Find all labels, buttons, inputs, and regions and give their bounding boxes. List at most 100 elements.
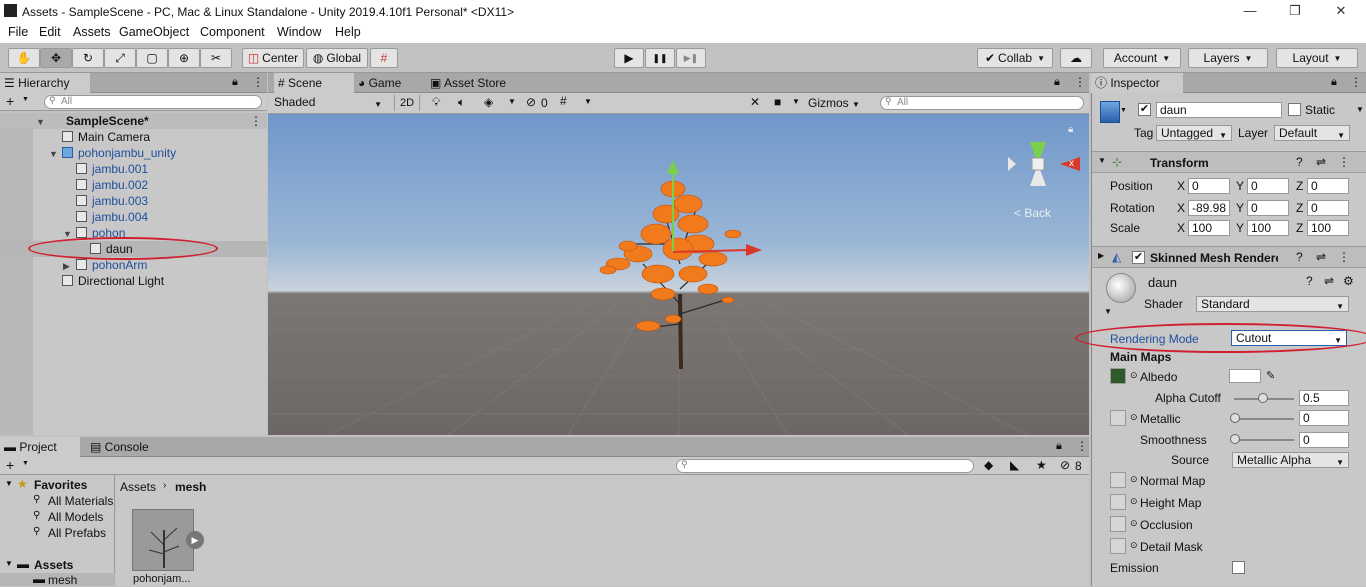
more-icon[interactable]: ⋮ — [1338, 250, 1350, 264]
step-button[interactable]: ▶❚ — [676, 48, 706, 68]
camera-icon[interactable]: ■ — [774, 95, 781, 109]
albedo-texture-slot[interactable] — [1110, 368, 1126, 384]
gizmos-dropdown[interactable]: Gizmos ▼ — [808, 96, 860, 110]
more-icon[interactable]: ⋮ — [1076, 439, 1088, 453]
active-checkbox[interactable]: ✔ — [1138, 103, 1151, 116]
pause-button[interactable]: ❚❚ — [645, 48, 675, 68]
layers-dropdown[interactable]: Layers ▼ — [1188, 48, 1268, 68]
close-button[interactable]: ✕ — [1329, 2, 1353, 20]
collab-dropdown[interactable]: ✔ Collab ▼ — [977, 48, 1053, 68]
alpha-cutoff-field[interactable]: 0.5 — [1299, 390, 1349, 406]
maximize-button[interactable]: ❐ — [1283, 2, 1307, 20]
tag-dropdown[interactable]: Untagged ▼ — [1156, 125, 1232, 141]
favorite-item[interactable]: All Prefabs — [48, 526, 106, 540]
lock-icon[interactable]: 🔒︎ — [1331, 76, 1337, 89]
metallic-slider[interactable] — [1234, 418, 1294, 420]
transform-header[interactable]: ▼ ⊹ Transform ? ⇌ ⋮ — [1092, 151, 1366, 173]
star-icon[interactable]: ★ — [1036, 458, 1047, 472]
picker-icon[interactable]: ⊙ — [1130, 412, 1138, 423]
picker-icon[interactable]: ⊙ — [1130, 474, 1138, 485]
collapse-arrow-icon[interactable]: ▼ — [1104, 307, 1112, 316]
menu-help[interactable]: Help — [335, 25, 361, 39]
tab-hierarchy[interactable]: ☰ Hierarchy — [0, 73, 90, 93]
smoothness-slider[interactable] — [1234, 439, 1294, 441]
hierarchy-search-input[interactable]: All — [44, 95, 262, 109]
emission-checkbox[interactable] — [1232, 561, 1245, 574]
shader-dropdown[interactable]: Standard ▼ — [1196, 296, 1349, 312]
favorite-item[interactable]: All Materials — [48, 494, 113, 508]
more-icon[interactable]: ⋮ — [1350, 75, 1362, 89]
move-tool-button[interactable]: ✥ — [40, 48, 72, 68]
preset-icon[interactable]: ⇌ — [1316, 155, 1326, 169]
audio-icon[interactable]: 🔈︎ — [458, 95, 465, 110]
picker-icon[interactable]: ⊙ — [1130, 518, 1138, 529]
help-icon[interactable]: ? — [1306, 274, 1313, 288]
snap-button[interactable]: # — [370, 48, 398, 68]
label-icon[interactable]: ◣ — [1010, 458, 1019, 472]
menu-window[interactable]: Window — [277, 25, 321, 39]
chevron-down-icon[interactable]: ▼ — [584, 97, 592, 106]
tab-project[interactable]: ▬ Project — [0, 437, 80, 457]
filter-type-icon[interactable]: ◆ — [984, 458, 993, 472]
renderer-header[interactable]: ▶ ◭ ✔ Skinned Mesh Renderer ? ⇌ ⋮ — [1092, 246, 1366, 268]
favorite-item[interactable]: All Models — [48, 510, 103, 524]
static-checkbox[interactable] — [1288, 103, 1301, 116]
menu-file[interactable]: File — [8, 25, 28, 39]
rotation-x-field[interactable]: -89.98 — [1188, 200, 1230, 216]
preset-icon[interactable]: ⇌ — [1316, 250, 1326, 264]
more-icon[interactable]: ⋮ — [1074, 75, 1086, 89]
smoothness-knob[interactable] — [1230, 434, 1240, 444]
scene-viewport[interactable]: x < Back 🔒︎ — [268, 114, 1089, 435]
pivot-global-button[interactable]: ◍ Global — [306, 48, 368, 68]
shading-mode-dropdown[interactable]: Shaded ▼ — [270, 95, 386, 111]
scale-x-field[interactable]: 100 — [1188, 220, 1230, 236]
hand-tool-button[interactable]: ✋ — [8, 48, 40, 68]
eyedropper-icon[interactable]: ✎ — [1266, 369, 1275, 382]
list-item[interactable]: jambu.002 — [0, 177, 267, 193]
expand-arrow-icon[interactable]: ▶ — [63, 258, 70, 274]
position-z-field[interactable]: 0 — [1307, 178, 1349, 194]
preset-icon[interactable]: ⇌ — [1324, 274, 1334, 288]
lock-icon[interactable]: 🔒︎ — [232, 76, 238, 89]
menu-gameobject[interactable]: GameObject — [119, 25, 189, 39]
position-x-field[interactable]: 0 — [1188, 178, 1230, 194]
height-map-slot[interactable] — [1110, 494, 1126, 510]
layer-dropdown[interactable]: Default ▼ — [1274, 125, 1350, 141]
add-asset-button[interactable]: + — [6, 457, 14, 473]
lock-icon[interactable]: 🔒︎ — [1056, 440, 1062, 453]
hidden-packages-icon[interactable]: ⊘ — [1060, 458, 1070, 472]
tab-inspector[interactable]: ⓘ Inspector — [1091, 73, 1183, 93]
object-name-field[interactable]: daun — [1156, 102, 1282, 118]
custom-tool-button[interactable]: ✂ — [200, 48, 232, 68]
expand-arrow-icon[interactable]: ▼ — [5, 479, 13, 488]
scale-y-field[interactable]: 100 — [1247, 220, 1289, 236]
mesh-folder[interactable]: mesh — [48, 573, 77, 587]
scale-tool-button[interactable]: ⤢ — [104, 48, 136, 68]
asset-thumbnail[interactable] — [132, 509, 194, 571]
breadcrumb-mesh[interactable]: mesh — [175, 480, 206, 494]
grid-icon[interactable]: # — [560, 94, 567, 108]
back-button[interactable]: < Back — [1014, 206, 1051, 220]
list-item[interactable]: jambu.004 — [0, 209, 267, 225]
chevron-down-icon[interactable]: ▼ — [508, 97, 516, 106]
alpha-cutoff-knob[interactable] — [1258, 393, 1268, 403]
expand-asset-button[interactable]: ▶ — [186, 531, 204, 549]
play-button[interactable]: ▶ — [614, 48, 644, 68]
rotation-y-field[interactable]: 0 — [1247, 200, 1289, 216]
account-dropdown[interactable]: Account ▼ — [1103, 48, 1181, 68]
tools-icon[interactable]: ✕ — [750, 95, 760, 109]
metallic-field[interactable]: 0 — [1299, 410, 1349, 426]
list-item[interactable]: ▼ pohonjambu_unity — [0, 145, 267, 161]
transform-tool-button[interactable]: ⊕ — [168, 48, 200, 68]
picker-icon[interactable]: ⊙ — [1130, 496, 1138, 507]
project-search-input[interactable] — [676, 459, 974, 473]
position-y-field[interactable]: 0 — [1247, 178, 1289, 194]
scale-z-field[interactable]: 100 — [1307, 220, 1349, 236]
list-item[interactable]: jambu.001 — [0, 161, 267, 177]
cloud-button[interactable]: ☁ — [1060, 48, 1092, 68]
more-icon[interactable]: ⋮ — [1338, 155, 1350, 169]
list-item[interactable]: jambu.003 — [0, 193, 267, 209]
list-item[interactable]: Main Camera — [0, 129, 267, 145]
rect-tool-button[interactable]: ▢ — [136, 48, 168, 68]
picker-icon[interactable]: ⊙ — [1130, 370, 1138, 381]
